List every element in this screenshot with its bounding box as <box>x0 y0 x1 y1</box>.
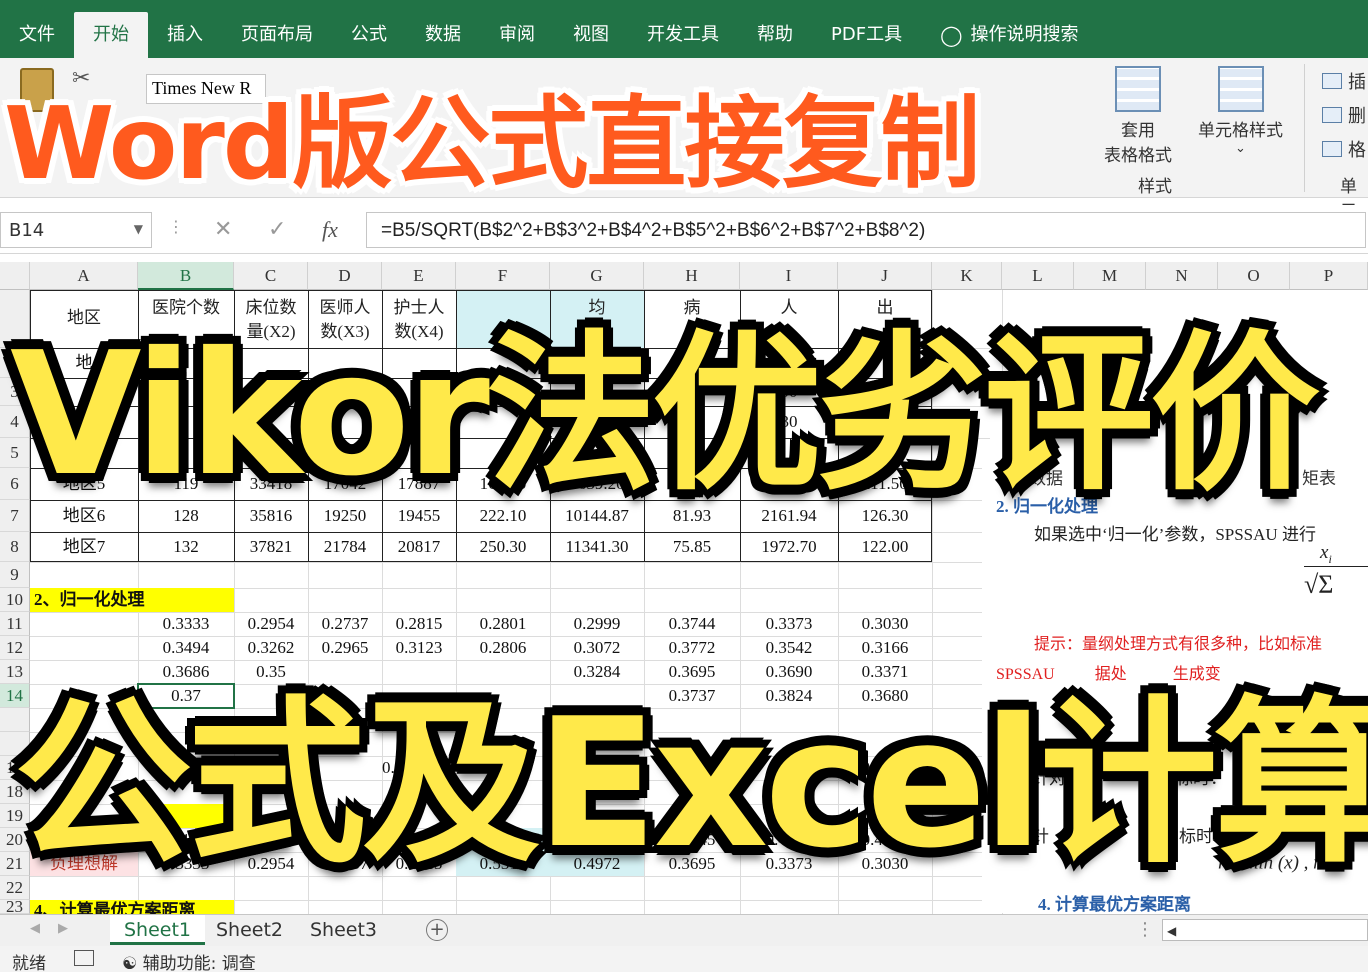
insert-cells-icon <box>1322 73 1342 89</box>
sheet-tab-bar: ◀ ▶ Sheet1 Sheet2 Sheet3 + ⋮ ◀ <box>0 914 1368 946</box>
cell-a10[interactable]: 2、归一化处理 <box>30 588 234 612</box>
caption-top: Word版公式直接复制 <box>4 85 980 202</box>
chevron-down-icon: ⌄ <box>1235 141 1246 156</box>
cell-i11[interactable]: 0.3373 <box>740 612 838 636</box>
name-box[interactable]: B14 ▼ <box>0 212 152 248</box>
caption-bottom: 公式及Excel计算 <box>14 680 1368 887</box>
lightbulb-icon: ◯ <box>940 23 963 47</box>
tab-file[interactable]: 文件 <box>0 12 74 58</box>
sheet-tab-2[interactable]: Sheet2 <box>202 915 297 945</box>
cell-j11[interactable]: 0.3030 <box>838 612 932 636</box>
sheet-tab-3[interactable]: Sheet3 <box>296 915 391 945</box>
add-sheet-icon[interactable]: + <box>426 919 448 941</box>
cell-styles-button[interactable]: 单元格样式 ⌄ <box>1198 66 1283 156</box>
cancel-icon[interactable]: ✕ <box>214 217 232 242</box>
table-format-icon <box>1115 66 1161 112</box>
tab-home[interactable]: 开始 <box>74 12 148 58</box>
ribbon-tab-bar: 文件 开始 插入 页面布局 公式 数据 审阅 视图 开发工具 帮助 PDF工具 … <box>0 0 1368 58</box>
format-as-table-label-1: 套用 <box>1121 121 1155 141</box>
enter-icon[interactable]: ✓ <box>268 217 286 242</box>
cell-styles-label: 单元格样式 <box>1198 121 1283 141</box>
cell-c11[interactable]: 0.2954 <box>234 612 308 636</box>
macro-record-icon[interactable] <box>74 950 94 966</box>
doc-frac-den: √Σ <box>1304 570 1334 599</box>
cell-d11[interactable]: 0.2737 <box>308 612 382 636</box>
delete-cells-button[interactable]: 删 <box>1322 102 1366 128</box>
row-header[interactable]: 23 <box>0 898 30 914</box>
accessibility-label: 辅助功能: 调查 <box>142 954 256 972</box>
tab-insert[interactable]: 插入 <box>148 12 222 58</box>
insert-cells-label: 插 <box>1348 72 1366 93</box>
row-header[interactable]: 10 <box>0 588 30 612</box>
delete-cells-icon <box>1322 107 1342 123</box>
caption-middle: Vikor法优劣评价 <box>10 316 1320 514</box>
doc-paragraph-1: 如果选中‘归一化’参数，SPSSAU 进行 <box>1034 525 1316 544</box>
tab-page-layout[interactable]: 页面布局 <box>222 12 332 58</box>
tell-me-label: 操作说明搜索 <box>970 24 1079 45</box>
doc-frac-num: xi <box>1320 542 1332 566</box>
excel-window: 文件 开始 插入 页面布局 公式 数据 审阅 视图 开发工具 帮助 PDF工具 … <box>0 0 1368 972</box>
styles-group-label: 样式 <box>1138 177 1172 197</box>
row-header[interactable]: 11 <box>0 612 30 636</box>
cell-g11[interactable]: 0.2999 <box>550 612 644 636</box>
formula-input[interactable]: =B5/SQRT(B$2^2+B$3^2+B$4^2+B$5^2+B$6^2+B… <box>366 212 1366 248</box>
next-sheet-icon[interactable]: ▶ <box>58 921 68 936</box>
format-as-table-label-2: 表格格式 <box>1104 146 1172 166</box>
tab-developer[interactable]: 开发工具 <box>628 12 738 58</box>
accessibility-status[interactable]: ☯ 辅助功能: 调查 <box>122 949 256 972</box>
format-as-table-button[interactable]: 套用 表格格式 <box>1104 66 1172 166</box>
cell-h11[interactable]: 0.3744 <box>644 612 740 636</box>
cell-f11[interactable]: 0.2801 <box>456 612 550 636</box>
status-bar: 就绪 ☯ 辅助功能: 调查 <box>0 946 1368 972</box>
format-cells-label: 格 <box>1348 140 1366 161</box>
tab-review[interactable]: 审阅 <box>480 12 554 58</box>
cell-a23[interactable]: 4、计算最优方案距离 <box>30 900 308 914</box>
tab-help[interactable]: 帮助 <box>738 12 812 58</box>
tab-data[interactable]: 数据 <box>406 12 480 58</box>
table-rule <box>30 532 932 533</box>
fraction-line <box>1304 566 1368 567</box>
group-divider <box>1304 64 1305 192</box>
cell-e11[interactable]: 0.2815 <box>382 612 456 636</box>
cell-b11[interactable]: 0.3333 <box>138 612 234 636</box>
row-header[interactable]: 9 <box>0 562 30 588</box>
tell-me-search[interactable]: ◯ 操作说明搜索 <box>921 12 1097 58</box>
more-options-icon: ⋮ <box>1136 919 1154 940</box>
sheet-tab-1[interactable]: Sheet1 <box>110 915 206 945</box>
tab-pdf-tools[interactable]: PDF工具 <box>812 12 921 58</box>
format-cells-button[interactable]: 格 <box>1322 136 1366 162</box>
cell-styles-icon <box>1217 66 1264 112</box>
horizontal-scrollbar[interactable]: ◀ <box>1162 919 1368 941</box>
prev-sheet-icon[interactable]: ◀ <box>30 921 40 936</box>
insert-function-icon[interactable]: fx <box>322 217 338 243</box>
gridline <box>30 562 990 563</box>
status-ready: 就绪 <box>12 954 46 972</box>
row-header[interactable]: 8 <box>0 532 30 562</box>
name-box-value: B14 <box>9 220 45 241</box>
chevron-down-icon: ▼ <box>133 222 143 236</box>
accessibility-icon: ☯ <box>122 954 143 972</box>
formula-bar: B14 ▼ ⋮ ✕ ✓ fx =B5/SQRT(B$2^2+B$3^2+B$4^2… <box>0 208 1368 254</box>
scroll-left-icon[interactable]: ◀ <box>1163 924 1180 938</box>
delete-cells-label: 删 <box>1348 106 1366 127</box>
insert-cells-button[interactable]: 插 <box>1322 68 1366 94</box>
tab-view[interactable]: 视图 <box>554 12 628 58</box>
more-options-icon: ⋮ <box>168 217 184 236</box>
tab-formulas[interactable]: 公式 <box>332 12 406 58</box>
format-cells-icon <box>1322 141 1342 157</box>
